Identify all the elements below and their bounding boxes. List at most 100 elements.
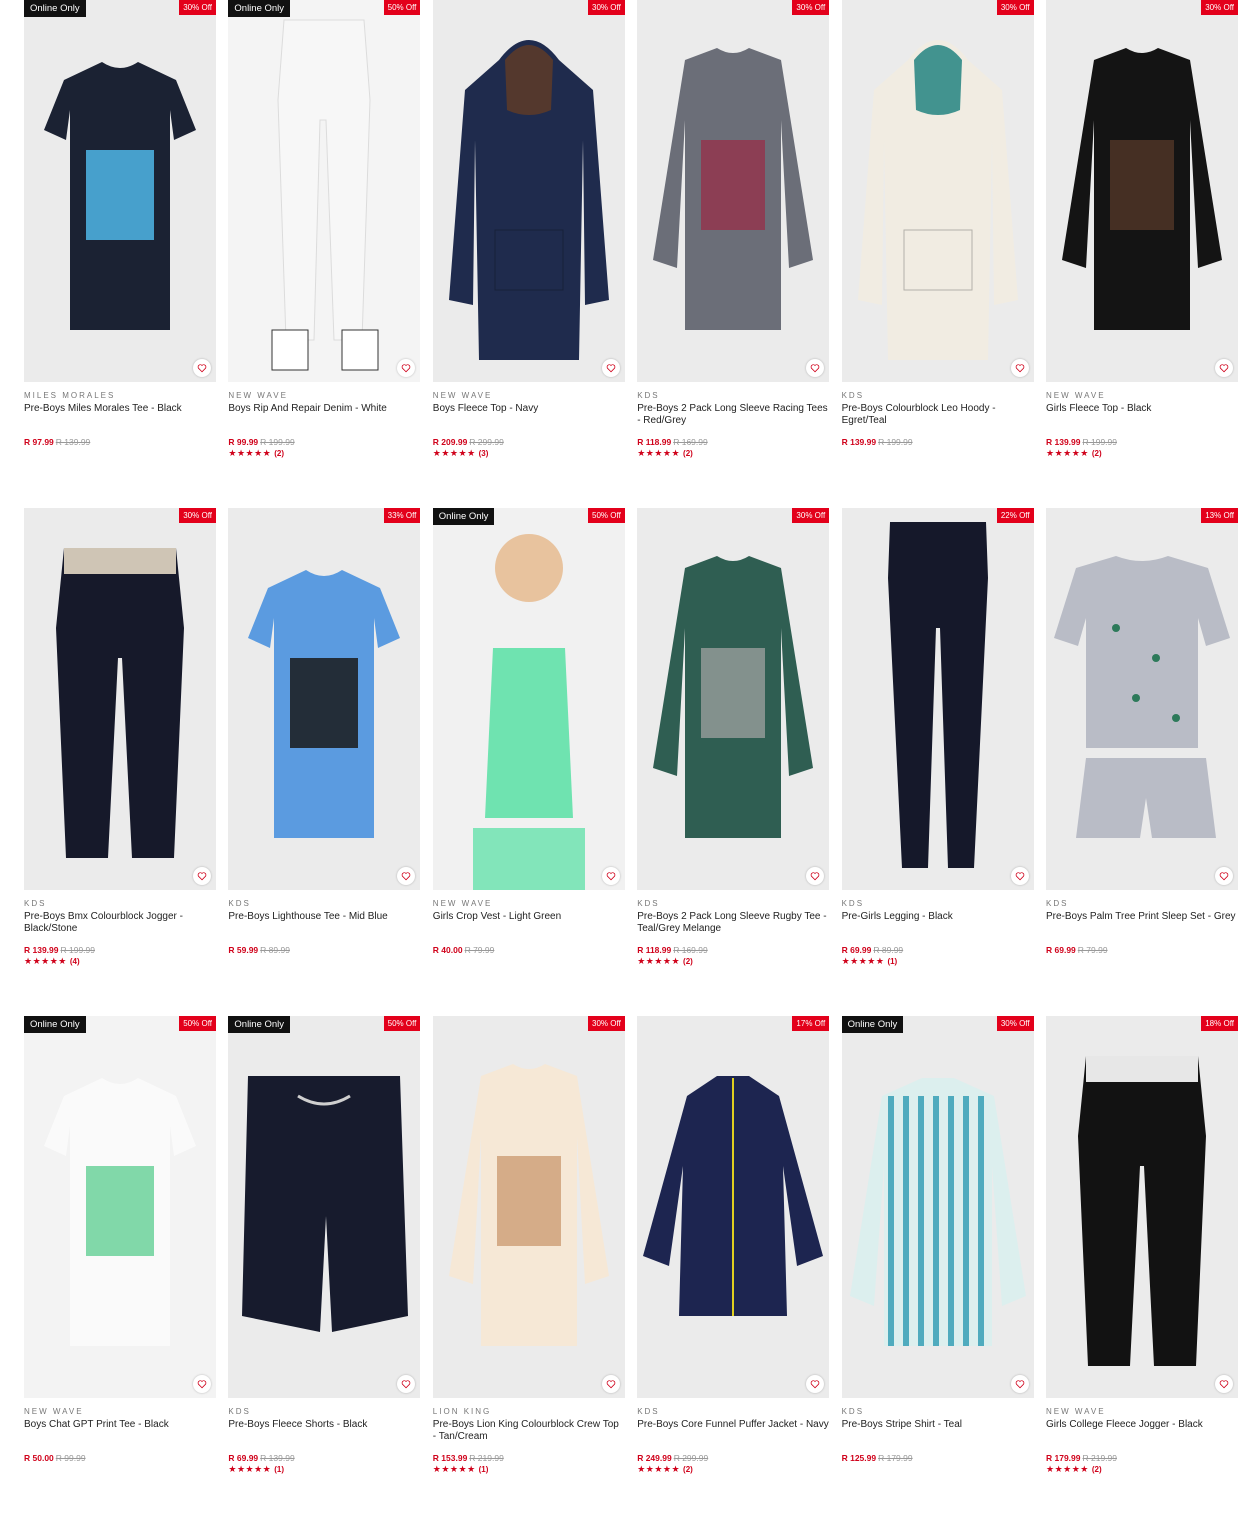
- online-only-badge: Online Only: [228, 1016, 291, 1033]
- product-card[interactable]: 17% Off KDS Pre-Boys Core Funnel Puffer Ja…: [637, 1016, 830, 1475]
- discount-badge: 30% Off: [588, 0, 625, 15]
- sale-price: R 69.99: [841, 945, 872, 955]
- product-name-link[interactable]: Pre-Boys Lighthouse Tee - Mid Blue: [228, 911, 420, 945]
- rating[interactable]: ★★★★★ (2): [637, 956, 829, 967]
- product-card[interactable]: 30% Off KDS Pre-Boys 2 Pack Long Sleeve Ru…: [637, 508, 830, 967]
- wishlist-heart-icon[interactable]: [1010, 1375, 1029, 1393]
- wishlist-heart-icon[interactable]: [1215, 1375, 1233, 1393]
- product-card[interactable]: Online Only 30% Off KDS Pre-Boys Stripe Shi…: [841, 1016, 1034, 1464]
- product-card[interactable]: 22% Off KDS Pre-Girls Legging - Black R 69.…: [841, 508, 1034, 967]
- product-name-link[interactable]: Girls Crop Vest - Light Green: [433, 911, 625, 945]
- product-image[interactable]: 30% Off: [1046, 0, 1238, 382]
- product-image[interactable]: 30% Off: [24, 508, 216, 890]
- product-name-link[interactable]: Pre-Boys Stripe Shirt - Teal: [842, 1419, 1034, 1453]
- product-card[interactable]: Online Only 50% Off NEW WAVE Boys Chat GPT …: [24, 1016, 216, 1464]
- sale-price: R 153.99: [432, 1453, 468, 1463]
- original-price: R 79.99: [464, 945, 495, 955]
- product-name-link[interactable]: Pre-Boys Miles Morales Tee - Black: [24, 403, 216, 437]
- rating[interactable]: ★★★★★ (4): [24, 956, 216, 967]
- product-card[interactable]: 30% Off KDS Pre-Boys 2 Pack Long Sleeve Ra…: [637, 0, 830, 459]
- rating[interactable]: ★★★★★ (2): [1046, 1464, 1238, 1475]
- product-card[interactable]: Online Only 50% Off NEW WAVE Boys Rip And R…: [228, 0, 421, 459]
- price-row: R 153.99 R 219.99: [433, 1453, 625, 1464]
- product-image[interactable]: 30% Off: [637, 508, 830, 890]
- wishlist-heart-icon[interactable]: [601, 867, 620, 885]
- product-brand: LION KING: [432, 1407, 492, 1416]
- product-name-link[interactable]: Pre-Boys Colourblock Leo Hoody - Egret/T…: [842, 403, 1034, 437]
- wishlist-heart-icon[interactable]: [193, 359, 211, 377]
- product-image[interactable]: Online Only 50% Off: [228, 1016, 421, 1398]
- rating[interactable]: ★★★★★ (2): [637, 448, 829, 459]
- online-only-badge: Online Only: [24, 0, 86, 17]
- product-card[interactable]: 33% Off KDS Pre-Boys Lighthouse Tee - Mid …: [228, 508, 421, 956]
- wishlist-heart-icon[interactable]: [601, 359, 620, 377]
- review-count: (2): [683, 449, 693, 458]
- review-count: (1): [274, 1465, 285, 1474]
- product-name-link[interactable]: Girls College Fleece Jogger - Black: [1046, 1419, 1238, 1453]
- product-image[interactable]: Online Only 30% Off: [24, 0, 216, 382]
- rating[interactable]: ★★★★★ (1): [842, 956, 1034, 967]
- rating[interactable]: ★★★★★ (2): [637, 1464, 829, 1475]
- rating[interactable]: ★★★★★ (1): [433, 1464, 625, 1475]
- product-card[interactable]: 30% Off LION KING Pre-Boys Lion King Colou…: [432, 1016, 625, 1475]
- product-card[interactable]: 13% Off KDS Pre-Boys Palm Tree Print Sleep…: [1046, 508, 1238, 956]
- wishlist-heart-icon[interactable]: [1215, 359, 1233, 377]
- product-brand: NEW WAVE: [228, 391, 288, 400]
- product-image[interactable]: 30% Off: [637, 0, 830, 382]
- product-name-link[interactable]: Pre-Girls Legging - Black: [842, 911, 1034, 945]
- wishlist-heart-icon[interactable]: [1010, 359, 1029, 377]
- product-card[interactable]: Online Only 50% Off NEW WAVE Girls Crop Ves…: [432, 508, 625, 956]
- wishlist-heart-icon[interactable]: [193, 1375, 211, 1393]
- product-card[interactable]: Online Only 50% Off KDS Pre-Boys Fleece Sho…: [228, 1016, 421, 1475]
- product-image[interactable]: 33% Off: [228, 508, 421, 890]
- product-image[interactable]: 13% Off: [1046, 508, 1238, 890]
- product-brand: KDS: [228, 899, 251, 908]
- wishlist-heart-icon[interactable]: [1010, 867, 1029, 885]
- product-name-link[interactable]: Pre-Boys 2 Pack Long Sleeve Rugby Tee - …: [637, 911, 829, 945]
- product-card[interactable]: 18% Off NEW WAVE Girls College Fleece Jogg…: [1046, 1016, 1238, 1475]
- wishlist-heart-icon[interactable]: [601, 1375, 620, 1393]
- product-image[interactable]: 30% Off: [432, 0, 625, 382]
- product-image[interactable]: Online Only 50% Off: [24, 1016, 216, 1398]
- original-price: R 199.99: [878, 437, 913, 447]
- rating[interactable]: ★★★★★ (2): [1046, 448, 1238, 459]
- product-name-link[interactable]: Girls Fleece Top - Black: [1046, 403, 1238, 437]
- product-card[interactable]: Online Only 30% Off MILES MORALES Pre-Boys …: [24, 0, 216, 448]
- product-card[interactable]: 30% Off KDS Pre-Boys Colourblock Leo Hoody…: [841, 0, 1034, 448]
- product-name-link[interactable]: Boys Fleece Top - Navy: [433, 403, 625, 437]
- discount-badge: 30% Off: [792, 0, 830, 15]
- product-image[interactable]: 17% Off: [637, 1016, 830, 1398]
- original-price: R 219.99: [1082, 1453, 1118, 1463]
- product-name-link[interactable]: Boys Rip And Repair Denim - White: [228, 403, 420, 437]
- wishlist-heart-icon[interactable]: [1215, 867, 1233, 885]
- hoodie-icon: [841, 0, 1034, 382]
- product-image[interactable]: Online Only 30% Off: [841, 1016, 1034, 1398]
- wishlist-heart-icon[interactable]: [193, 867, 211, 885]
- product-name-link[interactable]: Pre-Boys Core Funnel Puffer Jacket - Nav…: [637, 1419, 829, 1453]
- product-name-link[interactable]: Pre-Boys Lion King Colourblock Crew Top …: [433, 1419, 625, 1453]
- rating[interactable]: ★★★★★ (3): [433, 448, 625, 459]
- product-image[interactable]: Online Only 50% Off: [228, 0, 421, 382]
- price-row: R 249.99 R 299.99: [637, 1453, 829, 1464]
- rating[interactable]: ★★★★★ (1): [228, 1464, 420, 1475]
- review-count: (2): [1091, 1465, 1102, 1474]
- product-image[interactable]: 18% Off: [1046, 1016, 1238, 1398]
- rating[interactable]: ★★★★★ (2): [228, 448, 420, 459]
- discount-badge: 30% Off: [1201, 0, 1238, 15]
- product-name-link[interactable]: Boys Chat GPT Print Tee - Black: [24, 1419, 216, 1453]
- product-image[interactable]: 30% Off: [841, 0, 1034, 382]
- product-name-link[interactable]: Pre-Boys 2 Pack Long Sleeve Racing Tees …: [637, 403, 829, 437]
- product-name-link[interactable]: Pre-Boys Palm Tree Print Sleep Set - Gre…: [1046, 911, 1238, 945]
- product-name-link[interactable]: Pre-Boys Bmx Colourblock Jogger - Black/…: [24, 911, 216, 945]
- product-card[interactable]: 30% Off NEW WAVE Girls Fleece Top - Black R…: [1046, 0, 1238, 459]
- product-card[interactable]: 30% Off NEW WAVE Boys Fleece Top - Navy R 2…: [432, 0, 625, 459]
- product-name-link[interactable]: Pre-Boys Fleece Shorts - Black: [228, 1419, 420, 1453]
- original-price: R 219.99: [469, 1453, 504, 1463]
- product-image[interactable]: 22% Off: [841, 508, 1034, 890]
- discount-badge: 50% Off: [383, 0, 421, 15]
- online-only-badge: Online Only: [228, 0, 291, 17]
- product-image[interactable]: Online Only 50% Off: [432, 508, 625, 890]
- product-image[interactable]: 30% Off: [432, 1016, 625, 1398]
- product-card[interactable]: 30% Off KDS Pre-Boys Bmx Colourblock Jogge…: [24, 508, 216, 967]
- sale-price: R 249.99: [637, 1453, 672, 1463]
